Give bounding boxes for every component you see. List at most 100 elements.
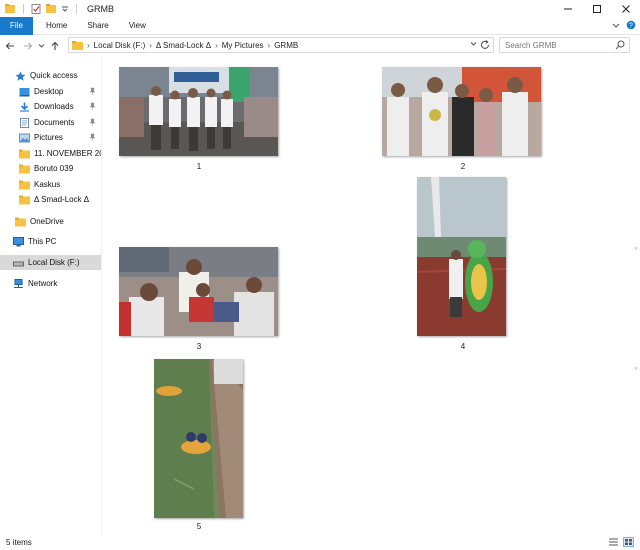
details-view-button[interactable]	[608, 537, 619, 547]
breadcrumb-smad-lock[interactable]: Δ Smad-Lock Δ	[156, 41, 211, 50]
nav-item-desktop[interactable]: Desktop	[0, 84, 101, 99]
nav-item-smad-lock[interactable]: Δ Smad-Lock Δ	[0, 192, 101, 207]
nav-item-pictures[interactable]: Pictures	[0, 130, 101, 145]
tab-file[interactable]: File	[0, 16, 33, 35]
downloads-icon	[20, 102, 29, 112]
nav-this-pc[interactable]: This PC	[0, 234, 101, 249]
nav-network-label: Network	[28, 279, 58, 288]
nav-item-label: 11. NOVEMBER 2019	[34, 149, 101, 158]
up-button[interactable]	[48, 39, 62, 53]
nav-network[interactable]: Network	[0, 276, 101, 291]
pin-icon[interactable]	[89, 87, 96, 95]
ribbon: File Home Share View ?	[0, 16, 640, 35]
forward-arrow-icon	[24, 42, 33, 49]
status-bar: 5 items	[0, 535, 640, 550]
breadcrumb-separator[interactable]: ›	[149, 41, 152, 50]
file-thumbnail[interactable]	[417, 177, 506, 336]
photo-thumbnail-1	[119, 67, 278, 156]
file-name-label[interactable]: 3	[179, 342, 219, 351]
file-thumbnail[interactable]	[154, 359, 243, 518]
file-thumbnail[interactable]	[119, 67, 278, 156]
nav-local-disk-label: Local Disk (F:)	[28, 258, 80, 267]
pin-icon[interactable]	[89, 133, 96, 141]
star-icon	[15, 71, 26, 81]
nav-onedrive[interactable]: OneDrive	[0, 214, 101, 229]
photo-thumbnail-3	[119, 247, 278, 336]
file-thumbnail[interactable]	[119, 247, 278, 336]
recent-locations-button[interactable]	[37, 39, 46, 53]
file-name-label[interactable]: 1	[179, 162, 219, 171]
scroll-indicator[interactable]: ›	[635, 366, 639, 372]
nav-item-november-folder[interactable]: 11. NOVEMBER 2019	[0, 146, 101, 161]
forward-button[interactable]	[21, 39, 35, 53]
breadcrumb-my-pictures[interactable]: My Pictures	[222, 41, 264, 50]
close-button[interactable]	[611, 0, 640, 17]
file-name-label[interactable]: 4	[443, 342, 483, 351]
folder-icon	[72, 40, 83, 50]
nav-item-label: Desktop	[34, 87, 64, 96]
breadcrumb-grmb[interactable]: GRMB	[274, 41, 298, 50]
nav-item-label: Boruto 039	[34, 164, 74, 173]
photo-thumbnail-4	[417, 177, 506, 336]
pin-icon[interactable]	[89, 102, 96, 110]
nav-quick-access[interactable]: Quick access	[0, 68, 101, 83]
breadcrumb-separator[interactable]: ›	[87, 41, 90, 50]
maximize-button[interactable]	[582, 0, 611, 17]
up-arrow-icon	[51, 41, 59, 50]
window-controls	[553, 0, 640, 17]
minimize-button[interactable]	[553, 0, 582, 17]
folder-icon	[5, 4, 15, 13]
toolbar-divider	[23, 3, 24, 14]
item-count: 5 items	[6, 538, 32, 547]
search-box[interactable]	[499, 37, 630, 53]
file-name-label[interactable]: 2	[443, 162, 483, 171]
file-thumbnail[interactable]	[382, 67, 541, 156]
large-icons-view-button[interactable]	[623, 537, 634, 547]
nav-item-kaskus[interactable]: Kaskus	[0, 177, 101, 192]
folder-icon	[19, 195, 30, 204]
tab-home[interactable]: Home	[36, 17, 77, 35]
address-dropdown-button[interactable]	[470, 40, 477, 49]
pictures-icon	[19, 133, 30, 142]
back-button[interactable]	[3, 39, 17, 53]
nav-item-downloads[interactable]: Downloads	[0, 99, 101, 114]
drive-icon	[13, 261, 24, 266]
close-icon	[621, 4, 630, 13]
search-input[interactable]	[505, 40, 605, 50]
nav-item-label: Downloads	[34, 102, 74, 111]
nav-item-documents[interactable]: Documents	[0, 115, 101, 130]
nav-local-disk[interactable]: Local Disk (F:)	[0, 255, 101, 270]
file-name-label[interactable]: 5	[179, 522, 219, 531]
minimize-icon	[563, 8, 572, 9]
nav-this-pc-label: This PC	[28, 237, 57, 246]
breadcrumb-separator[interactable]: ›	[215, 41, 218, 50]
folder-icon	[19, 164, 30, 173]
nav-item-label: Kaskus	[34, 180, 61, 189]
customize-toolbar-icon[interactable]	[61, 5, 69, 13]
onedrive-folder-icon	[15, 217, 26, 226]
pin-icon[interactable]	[89, 118, 96, 126]
title-bar: GRMB	[0, 0, 640, 17]
scroll-indicator[interactable]: ›	[635, 246, 639, 252]
navigation-pane: Quick access Desktop Downloads Documents…	[0, 56, 102, 535]
nav-item-boruto[interactable]: Boruto 039	[0, 161, 101, 176]
search-icon	[615, 40, 625, 50]
folder-icon	[19, 180, 30, 189]
tab-share[interactable]: Share	[77, 17, 118, 35]
address-bar[interactable]: › Local Disk (F:) › Δ Smad-Lock Δ › My P…	[68, 37, 494, 53]
breadcrumb-local-disk[interactable]: Local Disk (F:)	[94, 41, 146, 50]
tab-view[interactable]: View	[119, 17, 156, 35]
svg-text:?: ?	[629, 23, 633, 30]
chevron-down-icon	[470, 42, 477, 46]
nav-onedrive-label: OneDrive	[30, 217, 64, 226]
properties-icon[interactable]	[31, 3, 41, 14]
ribbon-help-area: ?	[612, 20, 636, 30]
refresh-icon[interactable]	[479, 39, 491, 51]
photo-thumbnail-5	[154, 359, 243, 518]
new-folder-icon[interactable]	[46, 4, 56, 13]
nav-item-label: Documents	[34, 118, 75, 127]
help-icon[interactable]: ?	[626, 20, 636, 30]
documents-icon	[20, 117, 29, 128]
expand-ribbon-icon[interactable]	[612, 21, 620, 29]
breadcrumb-separator[interactable]: ›	[268, 41, 271, 50]
